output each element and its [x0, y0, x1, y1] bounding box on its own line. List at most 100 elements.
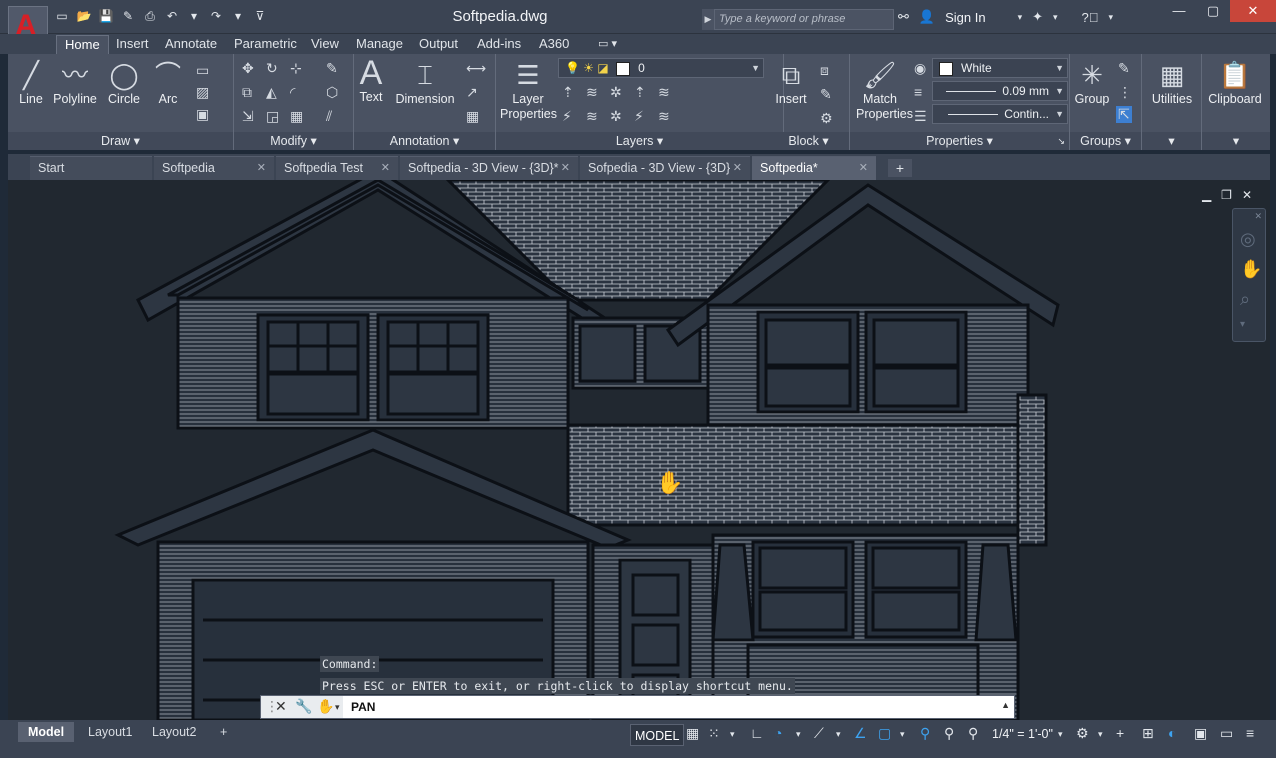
viewport-minimize-icon[interactable]: ▁	[1202, 188, 1211, 202]
ortho-icon[interactable]: ∟	[750, 725, 764, 741]
customize-qat-icon[interactable]: ⊽	[252, 8, 268, 24]
command-input[interactable]: PAN	[351, 700, 375, 714]
fillet-icon[interactable]: ◜	[290, 84, 295, 101]
close-tab-icon[interactable]: ✕	[381, 157, 390, 179]
text-tool[interactable]: A Text	[356, 56, 386, 104]
snap-icon[interactable]: ⁙	[708, 725, 720, 742]
layers-panel-title[interactable]: Layers ▾	[496, 132, 783, 150]
object-snap-tracking-icon[interactable]: ∠	[854, 725, 867, 742]
layer-isolate-icon[interactable]: ≋	[586, 84, 598, 101]
insert-block-tool[interactable]: ⧉ Insert	[772, 58, 810, 106]
scale-icon[interactable]: ◲	[266, 108, 279, 125]
workspace-gear-icon[interactable]: ⚙	[1076, 725, 1089, 742]
layer-off-icon[interactable]: ⇡	[562, 84, 574, 101]
close-icon[interactable]: ✕	[1230, 0, 1276, 22]
tab-annotate[interactable]: Annotate	[157, 35, 225, 54]
minimize-icon[interactable]: —	[1162, 0, 1196, 22]
search-input[interactable]: Type a keyword or phrase	[714, 9, 894, 30]
recent-commands-icon[interactable]: ▾	[335, 702, 340, 713]
annotation-panel-title[interactable]: Annotation ▾	[354, 132, 495, 150]
undo-dropdown-icon[interactable]: ▾	[186, 8, 202, 24]
isodraft-icon[interactable]: ⟋	[814, 725, 824, 742]
draw-panel-title[interactable]: Draw ▾	[8, 132, 233, 150]
ribbon-display-toggle-icon[interactable]: ▭ ▾	[590, 35, 625, 54]
match-properties-tool[interactable]: 🖌 Match Properties	[856, 58, 913, 122]
ungroup-icon[interactable]: ✎	[1118, 60, 1130, 77]
line-tool[interactable]: ╱ Line	[14, 58, 48, 106]
block-panel-title[interactable]: Block ▾	[768, 132, 849, 150]
user-icon[interactable]: 👤	[919, 9, 935, 25]
group-edit-icon[interactable]: ⋮	[1118, 84, 1132, 101]
clean-screen-icon[interactable]: ▭	[1220, 725, 1233, 742]
layer-lock-icon[interactable]: ⇡	[634, 84, 646, 101]
tab-add-ins[interactable]: Add-ins	[469, 35, 529, 54]
lineweight-dropdown[interactable]: 0.09 mm ▼	[932, 81, 1068, 101]
tab-insert[interactable]: Insert	[108, 35, 157, 54]
close-tab-icon[interactable]: ✕	[561, 157, 570, 179]
new-layout-button[interactable]: +	[210, 722, 237, 742]
navbar-menu-icon[interactable]: ▾	[1240, 319, 1245, 330]
annotation-visibility-icon[interactable]: ⚲	[920, 725, 930, 742]
doc-tab-softpedia[interactable]: Softpedia ✕	[154, 156, 274, 180]
layout-tab-layout2[interactable]: Layout2	[142, 722, 206, 742]
model-space-button[interactable]: MODEL	[630, 724, 685, 746]
zoom-extents-icon[interactable]: ⌕	[1240, 289, 1250, 310]
block-attribute-icon[interactable]: ⚙	[820, 110, 833, 127]
utilities-expand-icon[interactable]: ▾	[1142, 132, 1201, 150]
rectangle-icon[interactable]: ▭	[196, 62, 209, 79]
layer-walk-icon[interactable]: ⚡	[562, 108, 572, 125]
undo-icon[interactable]: ↶	[164, 8, 180, 24]
erase-icon[interactable]: ✎	[326, 60, 338, 77]
properties-panel-title[interactable]: Properties ▾ ↘	[850, 132, 1069, 150]
isolate-objects-icon[interactable]: ◐	[1168, 725, 1176, 741]
arc-tool[interactable]: ⌒ Arc	[150, 58, 186, 106]
navbar-close-icon[interactable]: ✕	[1254, 211, 1262, 222]
copy-icon[interactable]: ⧉	[242, 84, 252, 101]
color-dropdown[interactable]: White ▼	[932, 58, 1068, 78]
snap-dropdown-icon[interactable]: ▾	[730, 729, 735, 740]
layer-match-icon[interactable]: ≋	[658, 84, 670, 101]
layout-tab-model[interactable]: Model	[18, 722, 75, 742]
layer-merge-icon[interactable]: ≋	[658, 108, 670, 125]
doc-tab-3d-view-modified[interactable]: Softpedia - 3D View - {3D}* ✕	[400, 156, 578, 180]
object-snap-icon[interactable]: ▢	[878, 725, 891, 742]
tab-a360[interactable]: A360	[531, 35, 577, 54]
customize-command-icon[interactable]: 🔧	[295, 698, 312, 715]
viewport-close-icon[interactable]: ✕	[1242, 188, 1252, 202]
utilities-tool[interactable]: ▦ Utilities	[1146, 58, 1198, 106]
create-block-icon[interactable]: ⧈	[820, 62, 829, 79]
close-tab-icon[interactable]: ✕	[859, 157, 868, 179]
circle-tool[interactable]: ◯ Circle	[104, 58, 144, 106]
stretch-icon[interactable]: ⇲	[242, 108, 254, 125]
new-tab-button[interactable]: +	[888, 159, 912, 177]
units-icon[interactable]: ⊞	[1142, 725, 1154, 742]
layer-freeze-icon[interactable]: ✲	[610, 84, 622, 101]
grid-icon[interactable]: ▦	[686, 725, 699, 742]
polyline-tool[interactable]: 〰 Polyline	[52, 58, 98, 106]
help-dropdown-icon[interactable]: ▾	[1109, 12, 1114, 23]
modify-panel-title[interactable]: Modify ▾	[234, 132, 353, 150]
group-tool[interactable]: ✳ Group	[1074, 58, 1110, 106]
doc-tab-softpedia-active[interactable]: Softpedia* ✕	[752, 156, 876, 180]
groups-panel-title[interactable]: Groups ▾	[1070, 132, 1141, 150]
clipboard-tool[interactable]: 📋 Clipboard	[1204, 58, 1266, 106]
move-icon[interactable]: ✥	[242, 60, 254, 77]
close-command-icon[interactable]: ✕	[275, 698, 287, 715]
hatch-icon[interactable]: ▨	[196, 84, 209, 101]
leader-icon[interactable]: ↗	[466, 84, 478, 101]
tab-output[interactable]: Output	[411, 35, 466, 54]
explode-icon[interactable]: ⬡	[326, 84, 338, 101]
annotation-monitor-icon[interactable]: +	[1116, 725, 1124, 741]
customization-menu-icon[interactable]: ≡	[1246, 725, 1254, 741]
osnap-dropdown-icon[interactable]: ▾	[900, 729, 905, 740]
doc-tab-start[interactable]: Start	[30, 156, 152, 180]
autodesk-exchange-icon[interactable]: ✦	[1032, 9, 1043, 25]
redo-icon[interactable]: ↷	[208, 8, 224, 24]
layout-tab-layout1[interactable]: Layout1	[78, 722, 142, 742]
auto-scale-icon[interactable]: ⚲	[944, 725, 954, 742]
trim-icon[interactable]: ⊹	[290, 60, 302, 77]
binoculars-icon[interactable]: ⚯	[898, 9, 909, 25]
layer-previous-icon[interactable]: ≋	[586, 108, 598, 125]
doc-tab-softpedia-test[interactable]: Softpedia Test ✕	[276, 156, 398, 180]
tab-manage[interactable]: Manage	[348, 35, 411, 54]
